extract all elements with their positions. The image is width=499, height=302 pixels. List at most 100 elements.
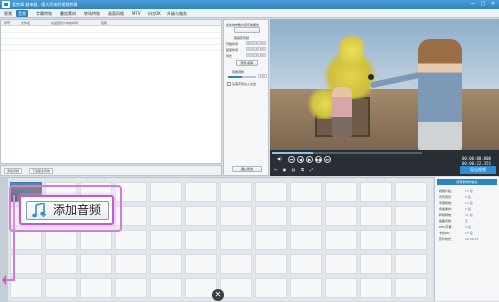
timeline-slot[interactable] [325,254,357,274]
timeline-slot[interactable] [360,182,392,202]
trim-section-title: 截取原音频 [234,36,250,40]
volume-slider[interactable] [228,76,256,78]
tab-overlay[interactable]: 叠加素材 [58,10,78,17]
volume-section-title: 音量调整 [232,70,245,74]
tab-karaoke[interactable]: 卡拉OK [145,10,163,17]
timeline-slot[interactable] [150,206,182,226]
timeline-slot[interactable] [290,278,322,298]
tab-upgrade[interactable]: 升级与服务 [165,10,189,17]
timeline-slot[interactable] [255,206,287,226]
start-time-field[interactable]: 00:00:00.000 [246,41,266,45]
audio-settings-panel: 此处的参数为音乐的属性 截取原音频 开始时间 00:00:00.000 结束时间… [223,19,269,176]
timeline-slot[interactable] [395,182,427,202]
maximize-button[interactable]: □ [479,1,487,8]
timeline-slot[interactable] [45,230,77,250]
column-time: 在最终影片中的时间 [51,21,79,25]
timeline-slot[interactable] [185,230,217,250]
preview-trim-button[interactable]: 预览/截取 [236,60,258,66]
end-time-field[interactable]: 00:00:00.000 [246,47,266,51]
volume-slider-fill [228,76,242,78]
play-button[interactable]: ▶ [306,156,313,163]
timeline-slot[interactable] [185,254,217,274]
timeline-slot[interactable] [220,230,252,250]
timeline-slot[interactable] [325,278,357,298]
timeline-slot[interactable] [290,230,322,250]
audio-list-panel[interactable]: 序号 文件名 在最终影片中的时间 截取 [0,19,222,164]
timeline-slot[interactable] [115,278,147,298]
tab-subtitle-effects[interactable]: 字幕特效 [34,10,54,17]
copy-icon[interactable]: ⧉ [299,166,306,173]
timeline-slot[interactable] [150,182,182,202]
skip-forward-button[interactable]: ⏭ [324,156,331,163]
timeline-slot[interactable] [395,206,427,226]
timeline-slot[interactable] [80,278,112,298]
split-icon[interactable]: ✂ [272,166,279,173]
list-row-divider [1,50,221,51]
tab-transitions[interactable]: 转场特效 [82,10,102,17]
duration-field[interactable]: 00:00:00.000 [246,53,266,57]
timeline-slot[interactable] [290,206,322,226]
speaker-icon[interactable]: ◀) [277,156,284,161]
timeline-slot[interactable] [150,278,182,298]
timeline-slot[interactable] [325,230,357,250]
timeline-slot[interactable] [360,230,392,250]
tab-picture-style[interactable]: 画面风格 [106,10,126,17]
fullscreen-icon[interactable]: ⤢ [308,166,315,173]
volume-value[interactable]: 100 [258,74,267,78]
timeline-slot[interactable] [220,254,252,274]
timeline-slot[interactable] [115,254,147,274]
timeline-slot[interactable] [80,254,112,274]
timeline-slot[interactable] [395,278,427,298]
time-input[interactable] [234,27,260,33]
skip-back-button[interactable]: ⏮ [288,156,295,163]
video-preview[interactable] [270,19,499,150]
info-value: 0 段 [465,195,471,199]
tab-mtv[interactable]: MTV [130,10,143,17]
timeline-slot[interactable] [360,254,392,274]
timeline-slot[interactable] [220,206,252,226]
fade-checkbox[interactable] [227,82,231,86]
timeline-slot[interactable] [220,182,252,202]
close-icon[interactable]: ✕ [212,289,224,301]
column-trim: 截取 [101,21,108,25]
confirm-button[interactable]: 确认修改 [232,166,262,172]
add-audio-row: 添加音频 下载更多音效 [0,165,222,176]
timeline-slot[interactable] [395,254,427,274]
minimize-button[interactable]: — [469,1,477,8]
info-label: 卡拉OK： [439,231,453,235]
timeline-slot[interactable] [150,230,182,250]
timeline-slot[interactable] [80,230,112,250]
download-effects-button[interactable]: 下载更多音效 [29,168,54,174]
snapshot-icon[interactable]: ▣ [281,166,288,173]
timeline-slot[interactable] [45,254,77,274]
toolbar: 视频 音频 字幕特效 叠加素材 转场特效 画面风格 MTV 卡拉OK 升级与服务 [0,9,499,18]
timeline-slot[interactable] [290,254,322,274]
timeline-slot[interactable] [255,254,287,274]
timeline-slot[interactable] [360,206,392,226]
timeline-slot[interactable] [45,278,77,298]
timeline-slot[interactable] [395,230,427,250]
timeline-slot[interactable] [220,278,252,298]
playback-progress[interactable] [272,152,422,154]
export-video-button[interactable]: 导出视频 [460,166,496,174]
tab-video[interactable]: 视频 [2,10,14,17]
timeline-slot[interactable] [325,206,357,226]
tab-audio[interactable]: 音频 [16,10,28,17]
prev-frame-button[interactable]: ◀ [297,156,304,163]
preview-flare [368,74,374,80]
timeline-slot[interactable] [290,182,322,202]
timeline-slot[interactable] [150,254,182,274]
timeline-slot[interactable] [185,182,217,202]
timeline-slot[interactable] [325,182,357,202]
app-logo-icon [2,1,10,8]
folder-icon[interactable]: ▤ [290,166,297,173]
timeline-slot[interactable] [360,278,392,298]
timeline-slot[interactable] [255,230,287,250]
add-audio-button[interactable]: 添加音频 [4,168,23,174]
timeline-slot[interactable] [255,182,287,202]
timeline-slot[interactable] [115,230,147,250]
timeline-slot[interactable] [255,278,287,298]
timeline-slot[interactable] [185,206,217,226]
close-button[interactable]: ✕ [489,1,497,8]
next-frame-button[interactable]: ▶▶ [315,156,322,163]
